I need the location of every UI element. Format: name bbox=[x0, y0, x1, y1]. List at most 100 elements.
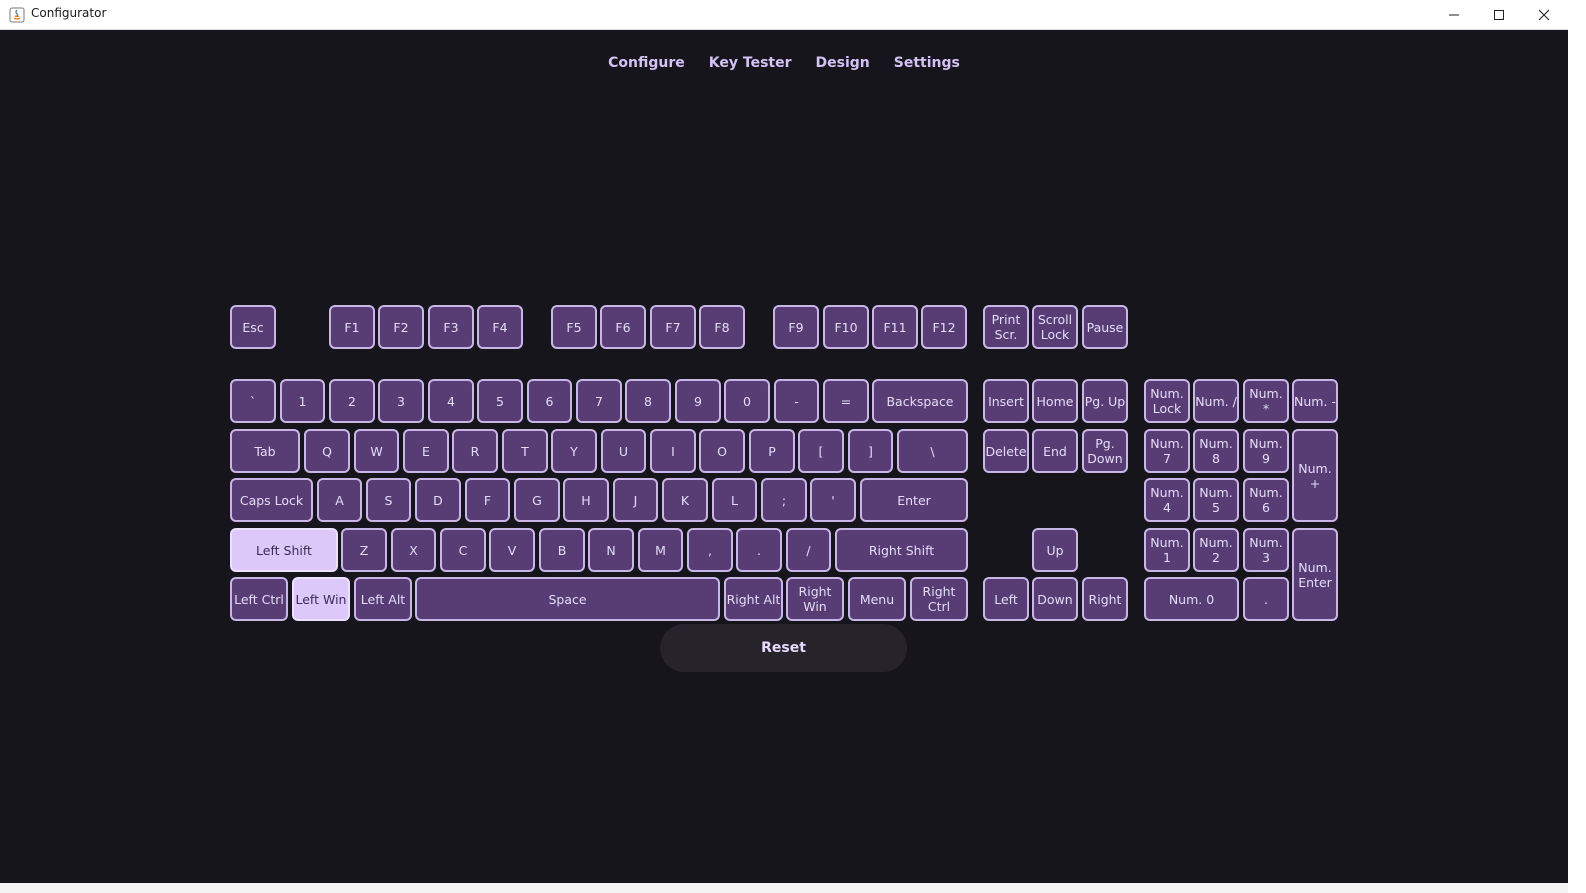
key-f11[interactable]: F11 bbox=[872, 305, 918, 349]
key-num-7[interactable]: Num. 7 bbox=[1144, 429, 1190, 473]
key-esc[interactable]: Esc bbox=[230, 305, 276, 349]
minimize-button[interactable] bbox=[1431, 0, 1477, 30]
key-num-enter[interactable]: Num. Enter bbox=[1292, 528, 1338, 621]
key-m[interactable]: M bbox=[638, 528, 683, 572]
key-1[interactable]: 1 bbox=[280, 379, 325, 423]
key-f1[interactable]: F1 bbox=[329, 305, 375, 349]
key-y[interactable]: Y bbox=[551, 429, 597, 473]
key-comma[interactable]: , bbox=[687, 528, 733, 572]
key-f7[interactable]: F7 bbox=[650, 305, 696, 349]
key-backtick[interactable]: ` bbox=[230, 379, 276, 423]
key-end[interactable]: End bbox=[1032, 429, 1078, 473]
key-num-8[interactable]: Num. 8 bbox=[1193, 429, 1239, 473]
key-page-up[interactable]: Pg. Up bbox=[1082, 379, 1128, 423]
key-right-bracket[interactable]: ] bbox=[848, 429, 893, 473]
key-3[interactable]: 3 bbox=[378, 379, 424, 423]
key-6[interactable]: 6 bbox=[527, 379, 572, 423]
key-f4[interactable]: F4 bbox=[477, 305, 523, 349]
key-f2[interactable]: F2 bbox=[378, 305, 424, 349]
key-g[interactable]: G bbox=[514, 478, 560, 522]
key-8[interactable]: 8 bbox=[625, 379, 671, 423]
key-d[interactable]: D bbox=[415, 478, 461, 522]
key-left-bracket[interactable]: [ bbox=[798, 429, 844, 473]
key-print-screen[interactable]: Print Scr. bbox=[983, 305, 1029, 349]
key-num-lock[interactable]: Num. Lock bbox=[1144, 379, 1190, 423]
key-num-star[interactable]: Num. * bbox=[1243, 379, 1289, 423]
nav-key-tester[interactable]: Key Tester bbox=[697, 53, 804, 73]
key-arrow-left[interactable]: Left bbox=[983, 577, 1029, 621]
key-7[interactable]: 7 bbox=[576, 379, 622, 423]
key-f8[interactable]: F8 bbox=[699, 305, 745, 349]
key-space[interactable]: Space bbox=[415, 577, 720, 621]
key-f9[interactable]: F9 bbox=[773, 305, 819, 349]
key-f5[interactable]: F5 bbox=[551, 305, 597, 349]
key-num-4[interactable]: Num. 4 bbox=[1144, 478, 1190, 522]
key-f3[interactable]: F3 bbox=[428, 305, 474, 349]
key-2[interactable]: 2 bbox=[329, 379, 375, 423]
key-l[interactable]: L bbox=[712, 478, 757, 522]
key-menu[interactable]: Menu bbox=[848, 577, 906, 621]
key-arrow-right[interactable]: Right bbox=[1082, 577, 1128, 621]
key-s[interactable]: S bbox=[366, 478, 411, 522]
key-arrow-up[interactable]: Up bbox=[1032, 528, 1078, 572]
key-num-0[interactable]: Num. 0 bbox=[1144, 577, 1239, 621]
key-h[interactable]: H bbox=[563, 478, 609, 522]
key-left-win[interactable]: Left Win bbox=[292, 577, 350, 621]
key-f12[interactable]: F12 bbox=[921, 305, 967, 349]
nav-configure[interactable]: Configure bbox=[596, 53, 697, 73]
key-backslash[interactable]: \ bbox=[897, 429, 968, 473]
key-caps-lock[interactable]: Caps Lock bbox=[230, 478, 313, 522]
key-equals[interactable]: = bbox=[823, 379, 869, 423]
key-0[interactable]: 0 bbox=[724, 379, 770, 423]
key-f[interactable]: F bbox=[465, 478, 510, 522]
key-c[interactable]: C bbox=[440, 528, 486, 572]
key-left-alt[interactable]: Left Alt bbox=[354, 577, 412, 621]
key-num-minus[interactable]: Num. - bbox=[1292, 379, 1338, 423]
key-page-down[interactable]: Pg. Down bbox=[1082, 429, 1128, 473]
key-t[interactable]: T bbox=[502, 429, 548, 473]
close-button[interactable] bbox=[1521, 0, 1567, 30]
key-z[interactable]: Z bbox=[341, 528, 387, 572]
reset-button[interactable]: Reset bbox=[660, 624, 907, 672]
key-w[interactable]: W bbox=[354, 429, 399, 473]
key-f10[interactable]: F10 bbox=[823, 305, 869, 349]
key-num-9[interactable]: Num. 9 bbox=[1243, 429, 1289, 473]
key-right-shift[interactable]: Right Shift bbox=[835, 528, 968, 572]
key-num-dot[interactable]: . bbox=[1243, 577, 1289, 621]
key-q[interactable]: Q bbox=[304, 429, 350, 473]
key-right-ctrl[interactable]: Right Ctrl bbox=[910, 577, 968, 621]
key-u[interactable]: U bbox=[601, 429, 646, 473]
key-semicolon[interactable]: ; bbox=[761, 478, 807, 522]
key-num-3[interactable]: Num. 3 bbox=[1243, 528, 1289, 572]
key-num-5[interactable]: Num. 5 bbox=[1193, 478, 1239, 522]
key-delete[interactable]: Delete bbox=[983, 429, 1029, 473]
key-r[interactable]: R bbox=[452, 429, 498, 473]
key-num-2[interactable]: Num. 2 bbox=[1193, 528, 1239, 572]
key-minus[interactable]: - bbox=[774, 379, 819, 423]
key-arrow-down[interactable]: Down bbox=[1032, 577, 1078, 621]
key-num-slash[interactable]: Num. / bbox=[1193, 379, 1239, 423]
key-i[interactable]: I bbox=[650, 429, 696, 473]
key-e[interactable]: E bbox=[403, 429, 449, 473]
key-home[interactable]: Home bbox=[1032, 379, 1078, 423]
key-slash[interactable]: / bbox=[786, 528, 831, 572]
nav-settings[interactable]: Settings bbox=[882, 53, 972, 73]
key-f6[interactable]: F6 bbox=[600, 305, 646, 349]
key-num-plus[interactable]: Num. + bbox=[1292, 429, 1338, 522]
key-scroll-lock[interactable]: Scroll Lock bbox=[1032, 305, 1078, 349]
key-4[interactable]: 4 bbox=[428, 379, 474, 423]
key-num-1[interactable]: Num. 1 bbox=[1144, 528, 1190, 572]
maximize-button[interactable] bbox=[1476, 0, 1522, 30]
key-right-alt[interactable]: Right Alt bbox=[724, 577, 783, 621]
key-left-shift[interactable]: Left Shift bbox=[230, 528, 338, 572]
key-period[interactable]: . bbox=[736, 528, 782, 572]
key-a[interactable]: A bbox=[317, 478, 362, 522]
key-enter[interactable]: Enter bbox=[860, 478, 968, 522]
key-quote[interactable]: ' bbox=[810, 478, 856, 522]
key-left-ctrl[interactable]: Left Ctrl bbox=[230, 577, 288, 621]
key-backspace[interactable]: Backspace bbox=[872, 379, 968, 423]
key-o[interactable]: O bbox=[699, 429, 745, 473]
key-p[interactable]: P bbox=[749, 429, 795, 473]
key-x[interactable]: X bbox=[391, 528, 436, 572]
key-v[interactable]: V bbox=[489, 528, 535, 572]
